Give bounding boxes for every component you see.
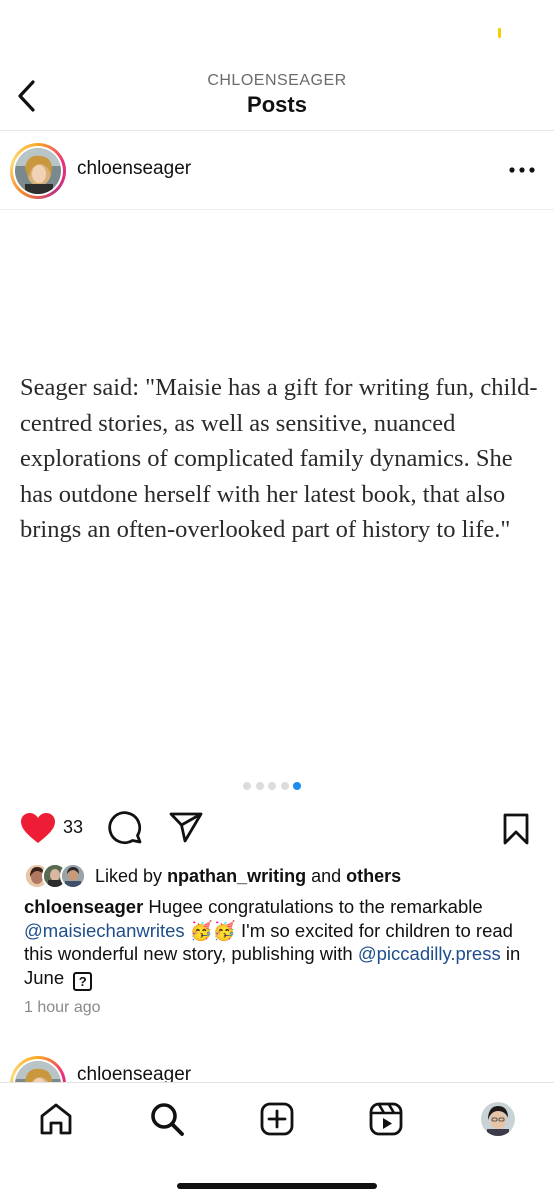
create-icon [260, 1102, 294, 1136]
share-button[interactable] [166, 810, 206, 846]
next-post-avatar[interactable] [10, 1056, 66, 1082]
avatar-photo [15, 1061, 61, 1082]
unknown-glyph-icon: ? [73, 971, 93, 991]
next-post-username[interactable]: chloenseager [77, 1064, 191, 1082]
tab-home[interactable] [31, 1099, 81, 1139]
caption-text: Hugee congratulations to the remarkable [143, 896, 483, 917]
post-timestamp: 1 hour ago [24, 999, 101, 1016]
caption-mention[interactable]: @maisiechanwrites [24, 920, 185, 941]
post-header: chloenseager [0, 140, 554, 202]
likes-summary[interactable]: Liked by npathan_writing and others [24, 862, 544, 890]
likes-prefix: Liked by [95, 866, 163, 886]
bookmark-icon [503, 813, 529, 845]
more-options-button[interactable] [500, 156, 544, 184]
quote-text: Seager said: "Maisie has a gift for writ… [20, 374, 538, 543]
heart-icon [21, 813, 55, 843]
likes-others[interactable]: others [346, 866, 401, 886]
liker-avatar [60, 863, 86, 889]
bottom-tab-bar [0, 1082, 554, 1200]
caption-mention[interactable]: @piccadilly.press [358, 943, 501, 964]
post-media[interactable]: Seager said: "Maisie has a gift for writ… [0, 210, 554, 770]
tab-reels[interactable] [361, 1099, 411, 1139]
likes-joiner: and [311, 866, 342, 886]
carousel-dot [268, 782, 276, 790]
post-avatar[interactable] [10, 143, 66, 199]
carousel-dot [280, 782, 289, 790]
liker-username[interactable]: npathan_writing [167, 866, 306, 886]
status-indicator [498, 28, 501, 38]
post-username[interactable]: chloenseager [77, 158, 191, 180]
tab-create[interactable] [252, 1099, 302, 1139]
carousel-indicator [243, 782, 301, 790]
liker-avatars [24, 862, 94, 890]
carousel-dot-active [293, 782, 301, 790]
home-indicator [177, 1183, 377, 1189]
caption-username[interactable]: chloenseager [24, 896, 143, 917]
reels-icon [369, 1102, 403, 1136]
header-username: CHLOENSEAGER [207, 72, 347, 89]
search-icon [151, 1103, 184, 1136]
share-icon [169, 812, 203, 843]
post-actions: 33 [0, 806, 554, 850]
like-button[interactable] [18, 810, 58, 846]
avatar-photo [15, 148, 61, 194]
post-caption: chloenseager Hugee congratulations to th… [24, 895, 534, 991]
caption-emoji: 🥳🥳 [184, 919, 242, 941]
carousel-dot [243, 782, 251, 790]
more-icon [509, 167, 535, 173]
tab-profile[interactable] [473, 1099, 523, 1139]
home-icon [40, 1103, 72, 1135]
page-title: Posts [247, 92, 307, 117]
bookmark-button[interactable] [496, 810, 536, 848]
next-post-header: chloenseager [0, 1052, 554, 1082]
tab-search[interactable] [142, 1099, 192, 1139]
comment-button[interactable] [106, 810, 146, 848]
header-divider [0, 130, 554, 131]
comment-icon [108, 811, 142, 845]
profile-avatar [481, 1102, 515, 1136]
likes-text: Liked by npathan_writing and others [95, 866, 401, 887]
like-count[interactable]: 33 [63, 817, 83, 838]
top-header: CHLOENSEAGER Posts [0, 60, 554, 130]
carousel-dot [255, 782, 264, 790]
